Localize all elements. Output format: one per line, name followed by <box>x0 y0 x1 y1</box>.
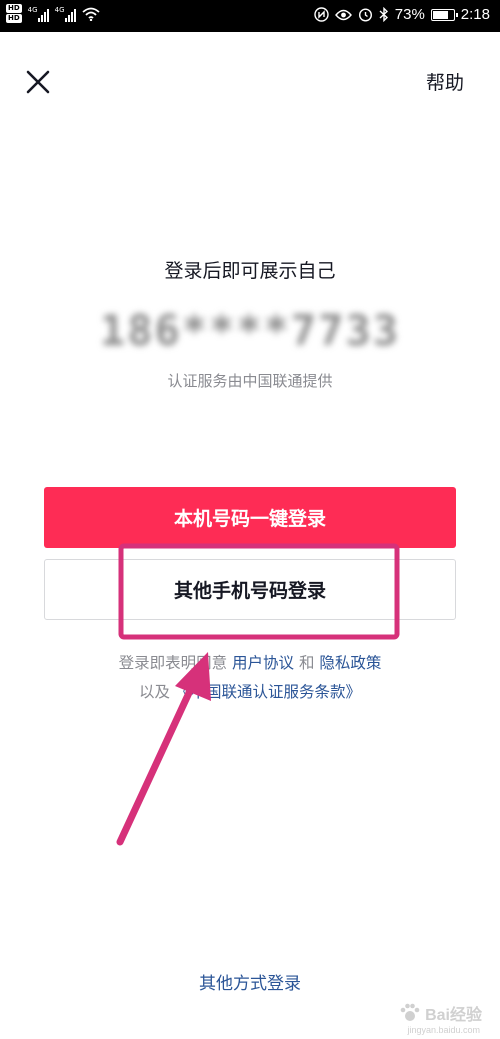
paw-icon <box>400 1003 420 1021</box>
terms-line-1: 登录即表明同意 用户协议 和 隐私政策 <box>0 651 500 673</box>
terms-and: 和 <box>298 654 315 672</box>
watermark-text: Bai经验 <box>425 1007 482 1024</box>
battery-icon <box>430 8 458 21</box>
alarm-icon <box>358 8 372 22</box>
privacy-policy-link[interactable]: 隐私政策 <box>319 654 381 672</box>
hd-badge: HD <box>6 14 22 23</box>
other-login-methods-link[interactable]: 其他方式登录 <box>0 969 500 994</box>
hd-badge: HD <box>6 4 22 13</box>
terms-line-2: 以及 《中国联通认证服务条款》 <box>0 680 500 702</box>
masked-phone-number: 186****7733 <box>99 306 401 355</box>
battery-percent: 73% <box>394 6 425 23</box>
help-link[interactable]: 帮助 <box>426 68 464 95</box>
status-bar: HD HD 4G 4G 73% 2:18 <box>0 0 500 32</box>
terms-prefix: 登录即表明同意 <box>118 654 228 672</box>
network-type: 4G <box>54 5 65 14</box>
signal-icon: 4G <box>28 6 49 22</box>
other-phone-login-button[interactable]: 其他手机号码登录 <box>44 559 456 620</box>
unicom-terms-link[interactable]: 《中国联通认证服务条款》 <box>175 683 361 701</box>
one-click-login-button[interactable]: 本机号码一键登录 <box>44 487 456 548</box>
battery-fill <box>432 10 448 19</box>
eye-icon <box>334 9 352 20</box>
status-left: HD HD 4G 4G <box>6 4 100 23</box>
close-button[interactable] <box>22 66 54 98</box>
other-phone-login-label: 其他手机号码登录 <box>173 580 326 602</box>
watermark-logo: Bai经验 <box>399 1001 482 1025</box>
wifi-icon <box>82 7 100 21</box>
watermark-url: jingyan.baidu.com <box>407 1025 480 1035</box>
hd-icon: HD HD <box>6 4 22 23</box>
network-type: 4G <box>27 5 38 14</box>
auth-provider-note: 认证服务由中国联通提供 <box>167 372 333 390</box>
tagline: 登录后即可展示自己 <box>164 260 336 282</box>
signal-icon: 4G <box>55 6 76 22</box>
close-icon <box>26 70 50 94</box>
clock: 2:18 <box>460 6 490 23</box>
one-click-login-label: 本机号码一键登录 <box>173 508 326 530</box>
terms-prefix-2: 以及 <box>139 683 171 701</box>
nfc-icon <box>314 7 329 22</box>
bluetooth-icon <box>379 7 388 22</box>
status-right: 73% 2:18 <box>314 6 490 23</box>
user-agreement-link[interactable]: 用户协议 <box>232 654 294 672</box>
